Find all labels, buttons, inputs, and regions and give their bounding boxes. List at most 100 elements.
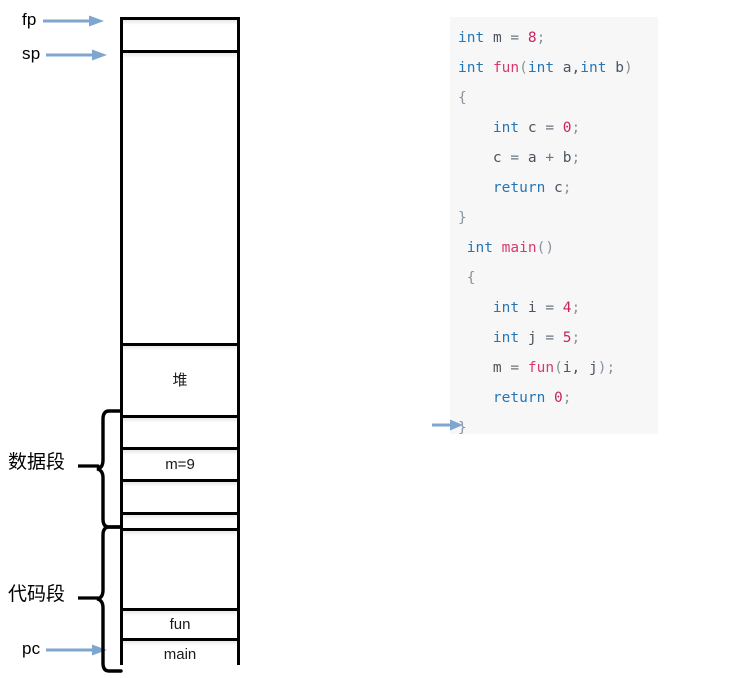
code-token: c <box>458 150 511 166</box>
code-token: ; <box>571 150 581 166</box>
code-token: = <box>510 150 520 166</box>
code-token: = <box>510 30 520 46</box>
gap-cell <box>123 512 237 528</box>
data-cell-lower <box>123 479 237 512</box>
code-token: ); <box>597 360 616 376</box>
code-token: ) <box>623 60 633 76</box>
code-token: ; <box>571 330 581 346</box>
code-line: int i = 4; <box>450 293 658 323</box>
arrow-right-icon <box>42 14 105 27</box>
pointer-fp: fp <box>22 9 105 31</box>
code-token: 5 <box>562 330 572 346</box>
code-token: = <box>545 120 555 136</box>
code-line: return 0; <box>450 383 658 413</box>
code-token: c <box>545 180 563 196</box>
code-line: { <box>450 83 658 113</box>
code-line: int fun(int a,int b) <box>450 53 658 83</box>
code-token: int <box>492 300 520 316</box>
code-line: return c; <box>450 173 658 203</box>
code-cell-fun-label: fun <box>169 616 191 633</box>
code-token: ( <box>554 360 563 376</box>
code-token: b <box>606 60 624 76</box>
code-token: int <box>527 60 555 76</box>
code-line: int m = 8; <box>450 23 658 53</box>
heap-cell-label: 堆 <box>172 371 188 389</box>
code-token: = <box>510 360 520 376</box>
data-cell-upper <box>123 415 237 447</box>
code-token: ( <box>519 60 528 76</box>
data-cell-m: m=9 <box>123 447 237 479</box>
code-token: m <box>458 360 511 376</box>
pointer-sp: sp <box>22 43 108 65</box>
code-token: return <box>492 390 546 406</box>
code-token: int <box>492 330 520 346</box>
code-token: int <box>492 120 520 136</box>
data-segment-label: 数据段 <box>8 447 65 474</box>
code-line: } <box>450 203 658 233</box>
arrow-right-icon <box>432 418 464 431</box>
code-token: 4 <box>562 300 572 316</box>
data-segment-label-text: 数据段 <box>8 451 66 473</box>
memory-layout-diagram: 堆 m=9 fun main fp sp pc 数据段 代码段 <box>0 0 300 678</box>
code-token: = <box>545 330 555 346</box>
code-token: int <box>458 30 485 46</box>
code-token: return <box>492 180 546 196</box>
code-line: } <box>450 413 658 434</box>
code-token: () <box>536 240 555 256</box>
code-line: c = a + b; <box>450 143 658 173</box>
pointer-sp-label: sp <box>22 44 41 63</box>
code-token: b <box>554 150 572 166</box>
arrow-right-icon <box>46 48 108 61</box>
data-segment-tick <box>78 462 100 470</box>
code-token: a, <box>554 60 581 76</box>
stack-free-cell <box>123 50 237 343</box>
code-token: int <box>580 60 607 76</box>
code-token: i <box>519 300 546 316</box>
code-line: int c = 0; <box>450 113 658 143</box>
code-token: int <box>466 240 493 256</box>
code-segment-label-text: 代码段 <box>8 583 66 605</box>
code-cell-free <box>123 528 237 608</box>
code-token: 0 <box>554 390 563 406</box>
code-token: c <box>519 120 546 136</box>
source-code-panel: int m = 8; int fun(int a,int b){ int c = … <box>450 17 658 434</box>
code-line: { <box>450 263 658 293</box>
memory-box: 堆 m=9 fun main <box>120 17 240 667</box>
code-token: ; <box>562 180 572 196</box>
code-cell-fun: fun <box>123 608 237 638</box>
code-token: { <box>466 270 476 286</box>
heap-cell: 堆 <box>123 343 237 415</box>
stack-top-cell <box>123 20 237 50</box>
code-token: ; <box>562 390 572 406</box>
code-token: main <box>501 240 537 256</box>
data-cell-m-label: m=9 <box>165 456 195 473</box>
code-token: i, j <box>562 360 598 376</box>
code-token: ; <box>536 30 546 46</box>
code-line: int j = 5; <box>450 323 658 353</box>
code-cell-main-label: main <box>163 645 197 663</box>
code-line: m = fun(i, j); <box>450 353 658 383</box>
code-token: a <box>519 150 546 166</box>
code-segment-tick <box>78 594 100 602</box>
pointer-fp-label: fp <box>22 10 37 29</box>
code-token: 8 <box>527 30 537 46</box>
code-token: { <box>458 90 467 106</box>
code-token: fun <box>492 60 520 76</box>
code-token: } <box>458 210 467 226</box>
